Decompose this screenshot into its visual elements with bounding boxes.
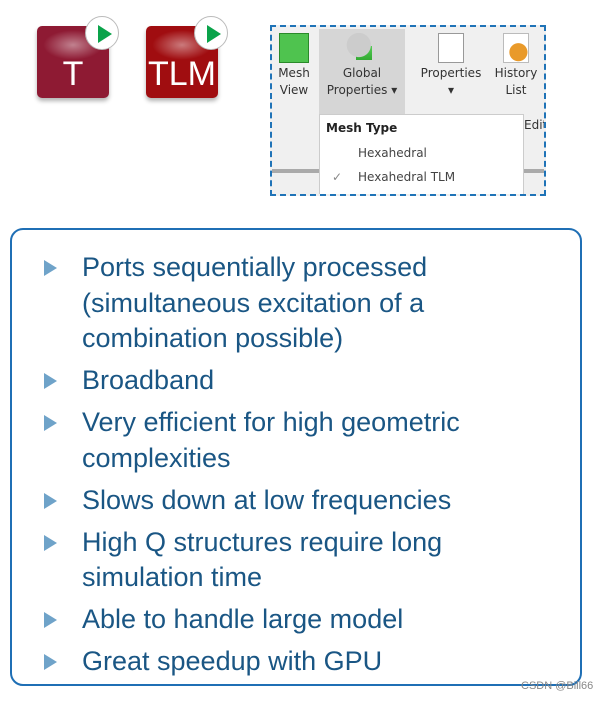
label: Properties [420,66,482,80]
properties-pencil-icon [438,33,464,63]
menu-item-hexahedral[interactable]: Hexahedral [320,141,523,165]
list-item: Great speedup with GPU [44,644,562,680]
list-item: Ports sequentially processed (simultaneo… [44,250,562,357]
text: Broadband [82,365,215,395]
global-properties-button[interactable]: Global Properties ▾ [319,29,405,114]
text: High Q structures require long simulatio… [82,526,443,593]
label: List [505,83,527,97]
triangle-bullet-icon [44,260,57,276]
label: Mesh [278,66,310,80]
mesh-type-menu: Mesh Type Hexahedral ✓ Hexahedral TLM [319,114,524,194]
properties-button[interactable]: Properties ▾ [418,33,484,99]
watermark: CSDN @Bill66 [521,680,594,692]
label: Hexahedral TLM [358,170,456,184]
text: Slows down at low frequencies [82,484,452,515]
label: ▾ [447,83,455,97]
triangle-bullet-icon [44,534,57,551]
gear-mesh-icon [346,33,378,63]
tlm-label: TLM [148,55,216,93]
t-label: T [62,55,84,93]
label: Global [342,66,382,80]
history-clock-icon [503,33,529,63]
list-item: Very efficient for high geometric comple… [44,405,562,476]
triangle-bullet-icon [44,373,57,389]
t-solver-icon[interactable]: T [37,16,119,98]
text: Able to handle large model [82,604,404,634]
feature-list: Ports sequentially processed (simultaneo… [44,250,562,686]
triangle-bullet-icon [44,492,57,509]
play-icon [85,16,119,50]
label: View [279,83,309,97]
triangle-bullet-icon [44,612,57,628]
play-icon [194,16,228,50]
label: Properties ▾ [326,83,398,97]
label: Hexahedral [358,146,427,160]
label: History [494,66,538,80]
ribbon-panel: Mesh View Global Properties ▾ Properties… [270,25,546,196]
tlm-solver-icon[interactable]: TLM [146,16,228,98]
menu-header: Mesh Type [326,121,398,135]
mesh-view-button[interactable]: Mesh View [274,33,314,99]
mesh-cube-icon [279,33,309,63]
list-item: Able to handle large model [44,602,562,638]
list-item: Broadband [44,363,562,399]
group-label-edit: Edit [524,118,546,132]
triangle-bullet-icon [44,654,57,670]
menu-item-hexahedral-tlm[interactable]: ✓ Hexahedral TLM [320,165,523,189]
text: Ports sequentially processed (simultaneo… [82,252,428,353]
text: Great speedup with GPU [82,646,383,676]
text: Very efficient for high geometric comple… [82,407,460,473]
triangle-bullet-icon [44,415,57,431]
list-item: High Q structures require long simulatio… [44,525,562,596]
history-list-button[interactable]: History List [490,33,542,99]
check-icon: ✓ [332,170,343,184]
list-item: Slows down at low frequencies [44,483,562,519]
